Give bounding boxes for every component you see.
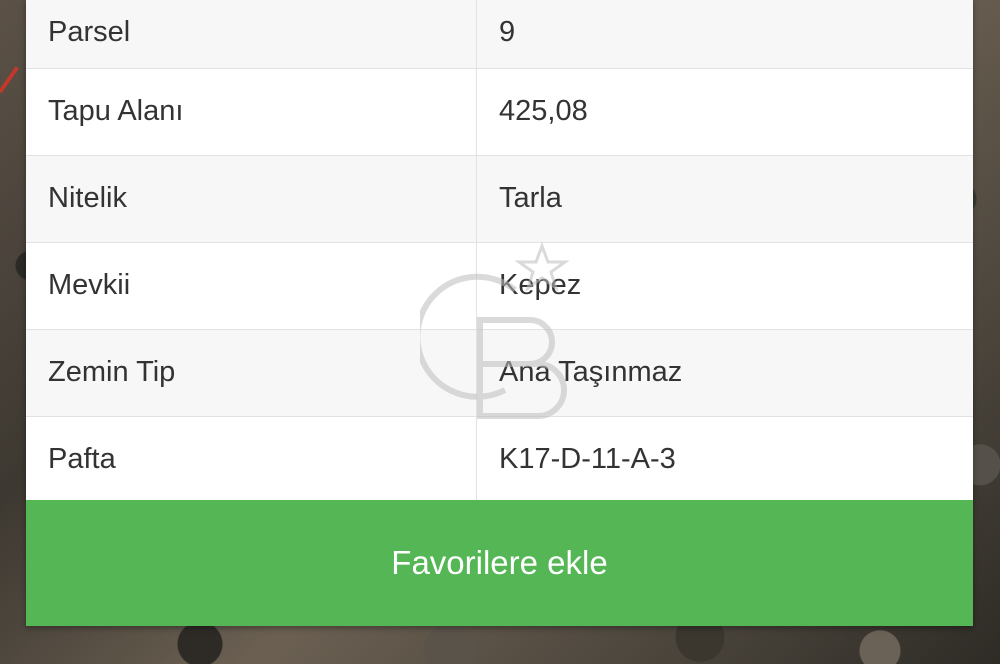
row-label: Tapu Alanı xyxy=(26,68,477,155)
row-label: Zemin Tip xyxy=(26,329,477,416)
row-label: Parsel xyxy=(26,0,477,68)
map-route-line xyxy=(0,66,19,94)
row-value: Ana Taşınmaz xyxy=(499,356,683,388)
table-row-zemin-tip: Zemin Tip Ana Taşınmaz xyxy=(26,329,973,416)
row-label: Nitelik xyxy=(26,155,477,242)
table-row-parsel: Parsel 9 xyxy=(26,0,973,68)
table-row-pafta: Pafta K17-D-11-A-3 xyxy=(26,416,973,503)
row-value: Kepez xyxy=(499,269,582,301)
add-to-favorites-button[interactable]: Favorilere ekle xyxy=(26,500,973,626)
row-value: 425,08 xyxy=(499,95,588,127)
parcel-info-card: Parsel 9 Tapu Alanı 425,08 Nitelik Tarla… xyxy=(26,0,973,626)
row-value: K17-D-11-A-3 xyxy=(499,443,676,476)
table-row-nitelik: Nitelik Tarla xyxy=(26,155,973,242)
table-row-mevkii: Mevkii Kepez xyxy=(26,242,973,329)
parcel-info-table: Parsel 9 Tapu Alanı 425,08 Nitelik Tarla… xyxy=(26,0,973,503)
table-row-tapu-alani: Tapu Alanı 425,08 xyxy=(26,68,973,155)
row-value: 9 xyxy=(499,16,516,49)
row-label: Mevkii xyxy=(26,242,477,329)
row-value: Tarla xyxy=(499,182,562,214)
row-label: Pafta xyxy=(26,416,477,503)
